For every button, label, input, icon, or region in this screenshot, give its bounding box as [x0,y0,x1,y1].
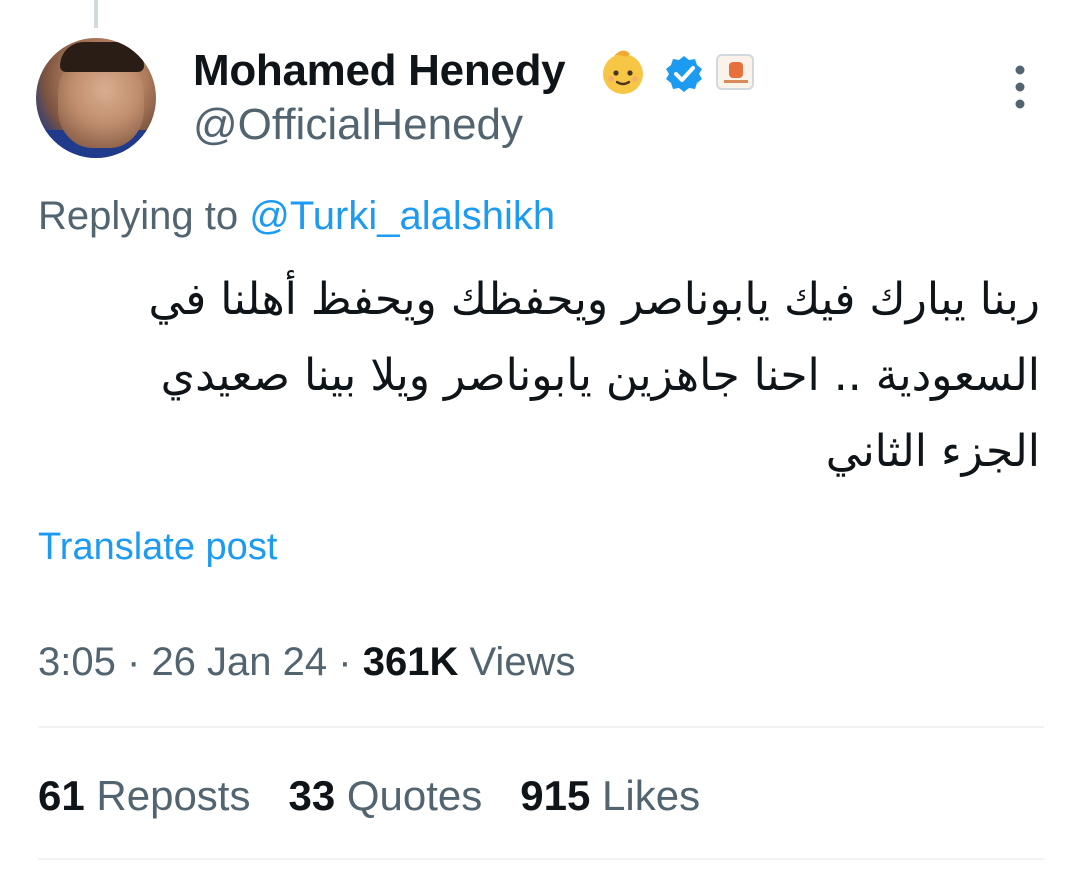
quotes-label: Quotes [346,772,483,819]
tweet-text-line: الجزء الثاني [825,426,1040,477]
views-count: 361K [362,640,459,684]
likes-label: Likes [602,772,701,819]
replying-to-prefix: Replying to [38,194,250,238]
divider [38,858,1044,860]
replying-to-line: Replying to @Turki_alalshikh [38,194,555,239]
translate-post-link[interactable]: Translate post [38,526,277,569]
reposts-label: Reposts [96,772,251,819]
more-options-icon[interactable] [1008,64,1032,110]
avatar-hair [60,42,144,72]
thread-connector-line [94,0,98,28]
reply-mention-link[interactable]: @Turki_alalshikh [249,194,555,238]
meta-separator: · [338,640,352,684]
author-handle[interactable]: @OfficialHenedy [193,100,523,150]
tweet-text-line: السعودية .. احنا جاهزين يابوناصر ويلا بي… [160,350,1040,401]
tweet-body: ربنا يبارك فيك يابوناصر ويحفظك ويحفظ أهل… [50,262,1040,490]
likes-count: 915 [520,772,591,819]
reposts-count: 61 [38,772,85,819]
reposts-stat[interactable]: 61 Reposts [38,772,250,820]
divider [38,726,1044,728]
avatar[interactable] [36,38,156,158]
views-label: Views [469,640,576,684]
tweet-meta: 3:05 · 26 Jan 24 · 361K Views [38,640,575,685]
quotes-stat[interactable]: 33 Quotes [288,772,482,820]
tweet-date[interactable]: 26 Jan 24 [151,640,327,684]
engagement-stats: 61 Reposts 33 Quotes 915 Likes [38,772,700,820]
likes-stat[interactable]: 915 Likes [520,772,700,820]
tweet-time[interactable]: 3:05 [38,640,116,684]
meta-separator: · [126,640,141,684]
verified-check-icon[interactable] [664,54,704,94]
affiliate-badge-mark [729,62,743,78]
affiliate-badge-icon[interactable] [716,54,754,90]
affiliate-badge-text-mark [724,80,748,83]
author-display-name[interactable]: Mohamed Henedy [193,46,566,96]
quotes-count: 33 [288,772,336,819]
tweet-text-line: ربنا يبارك فيك يابوناصر ويحفظك ويحفظ أهل… [148,274,1040,325]
baby-face-icon [603,50,643,94]
